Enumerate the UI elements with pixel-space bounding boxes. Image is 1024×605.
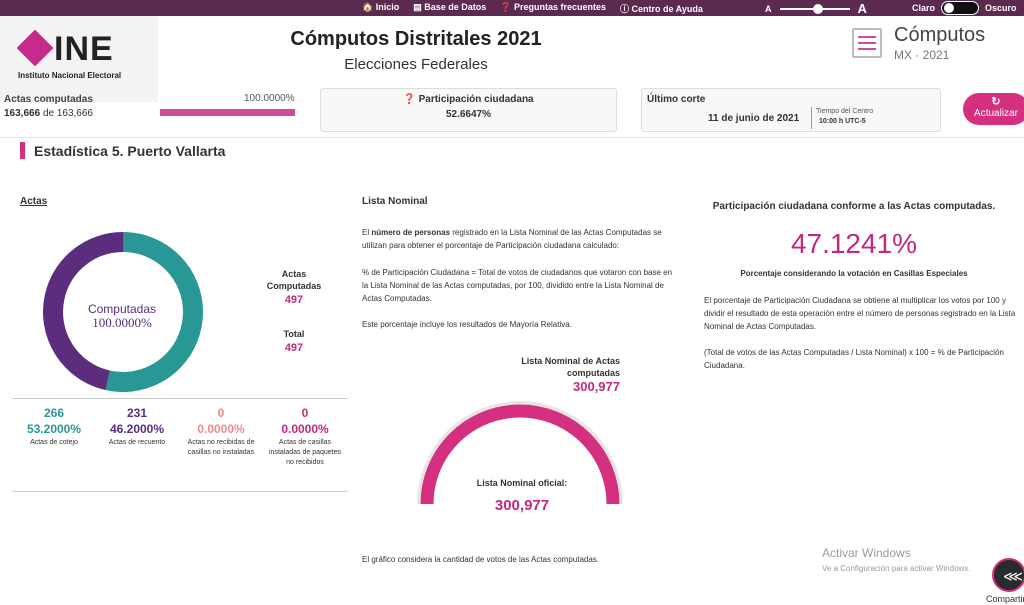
gauge-track (417, 401, 623, 505)
donut-center-label: Computadas (87, 302, 157, 316)
ultimo-corte-label: Último corte (647, 94, 706, 105)
actas-count: 163,666 de 163,666 (4, 108, 93, 119)
actualizar-button[interactable]: ↻ Actualizar (963, 93, 1024, 125)
participacion-heading: Participación ciudadana conforme a las A… (712, 201, 996, 212)
stat-recuento-percent: 46.2000% (109, 422, 165, 436)
font-larger-label[interactable]: A (858, 1, 867, 16)
stat-no-recibidos-percent: 0.0000% (281, 422, 329, 436)
participacion-sub: Porcentaje considerando la votación en C… (740, 269, 968, 278)
donut-center-value: 100.0000% (92, 315, 152, 330)
stat-no-instaladas-desc: Actas no recibidas de casillas no instal… (187, 439, 255, 456)
corte-separator (811, 107, 812, 129)
total-side-label: Total (283, 329, 305, 339)
ine-logo-subtitle: Instituto Nacional Electoral (18, 71, 122, 80)
stat-cotejo-count: 266 (43, 406, 65, 420)
font-size-control: A A (765, 1, 867, 16)
actas-computadas-label: Actas computadas (4, 94, 93, 105)
actas-computadas-card: Actas computadas 100.0000% 163,666 de 16… (0, 88, 300, 132)
stat-no-instaladas-percent: 0.0000% (197, 422, 245, 436)
participacion-formula: (Total de votos de las Actas Computadas … (704, 348, 1004, 370)
stat-recuento-desc: Actas de recuento (108, 439, 166, 446)
ultimo-corte-date: 11 de junio de 2021 (708, 113, 800, 124)
stat-recuento: 231 46.2000% Actas de recuento (100, 406, 174, 448)
lista-nominal-gauge (417, 401, 623, 505)
theme-toggle[interactable] (941, 1, 980, 15)
ine-logo-text: INE (54, 30, 114, 68)
ln-computadas-value: 300,977 (573, 379, 620, 394)
stat-no-recibidos: 0 0.0000% Actas de casillas instaladas d… (268, 406, 342, 468)
lista-nominal-note: Este porcentaje incluye los resultados d… (362, 320, 572, 329)
nav-inicio[interactable]: 🏠 Inicio (362, 2, 399, 15)
actas-progress-bar (160, 109, 295, 116)
toggle-dot (944, 3, 955, 13)
computos-document-icon (852, 28, 882, 58)
slider-knob[interactable] (812, 3, 823, 14)
nav-centro-de-ayuda[interactable]: ⓘ Centro de Ayuda (620, 2, 703, 15)
ultimo-corte-card: Último corte 11 de junio de 2021 Tiempo … (641, 88, 941, 132)
corte-timezone-label: Tiempo del Centro (816, 108, 874, 115)
windows-activation-title: Activar Windows (822, 546, 911, 560)
top-navbar: 🏠 Inicio ▤ Base de Datos ❓ Preguntas fre… (0, 0, 1024, 16)
stat-recuento-count: 231 (126, 406, 148, 420)
actualizar-label: Actualizar (974, 108, 1018, 119)
actas-computadas-percent: 100.0000% (244, 93, 295, 104)
actas-count-total: 163,666 (56, 108, 93, 119)
lista-nominal-intro: El número de personas registrado en la L… (362, 226, 680, 252)
participacion-value: 52.6647% (445, 109, 492, 120)
section-title: Estadística 5. Puerto Vallarta (34, 143, 226, 159)
refresh-icon: ↻ (991, 96, 1001, 108)
share-icon: ⋘ (1003, 568, 1023, 584)
stat-no-recibidos-desc: Actas de casillas instaladas de paquetes… (269, 439, 341, 466)
brand-subtitle: MX · 2021 (894, 48, 950, 62)
gauge-footnote: El gráfico considera la cantidad de voto… (362, 555, 600, 564)
share-button[interactable]: ⋘ (992, 558, 1024, 592)
actas-computadas-side-label: Actas Computadas (266, 269, 322, 291)
header-divider (0, 137, 1024, 138)
intro-bold: número de personas (371, 228, 451, 237)
nav-preguntas-frecuentes[interactable]: ❓ Preguntas frecuentes (500, 2, 606, 15)
stat-cotejo-desc: Actas de cotejo (30, 439, 78, 446)
actas-count-of: de (42, 108, 55, 119)
participacion-explanation: El porcentaje de Participación Ciudadana… (704, 296, 1016, 331)
lista-nominal-heading: Lista Nominal (362, 196, 428, 207)
actas-count-value: 163,666 (4, 108, 41, 119)
ln-oficial-value: 300,977 (494, 497, 550, 514)
actas-heading: Actas (20, 196, 48, 207)
stat-cotejo: 266 53.2000% Actas de cotejo (17, 406, 91, 448)
participacion-big-value: 47.1241% (790, 228, 918, 259)
stat-no-recibidos-count: 0 (301, 406, 309, 420)
share-label[interactable]: Compartir (986, 594, 1024, 604)
stat-no-instaladas: 0 0.0000% Actas no recibidas de casillas… (184, 406, 258, 458)
participacion-card: ❓ Participación ciudadana 52.6647% (320, 88, 617, 132)
total-side-value: 497 (284, 342, 304, 354)
top-nav: 🏠 Inicio ▤ Base de Datos ❓ Preguntas fre… (362, 2, 703, 15)
lista-nominal-formula: % de Participación Ciudadana = Total de … (362, 268, 673, 303)
page-subtitle: Elecciones Federales (344, 56, 488, 73)
participacion-label: ❓ Participación ciudadana (403, 94, 534, 105)
nav-base-de-datos[interactable]: ▤ Base de Datos (413, 2, 486, 15)
actas-progress-fill (160, 109, 295, 116)
theme-dark-label: Oscuro (985, 3, 1017, 13)
font-smaller-label[interactable]: A (765, 4, 772, 14)
windows-activation-sub: Ve a Configuración para activar Windows. (822, 564, 971, 573)
theme-switch: Claro Oscuro (912, 1, 1017, 15)
actas-computadas-side-value: 497 (284, 294, 304, 306)
section-accent-bar (20, 142, 25, 159)
brand-title: Cómputos (894, 24, 986, 46)
corte-time: 10:00 h UTC-5 (819, 118, 866, 125)
stats-bottom-rule (12, 491, 348, 492)
font-size-slider[interactable] (779, 3, 850, 14)
theme-light-label: Claro (912, 3, 936, 13)
page-title: Cómputos Distritales 2021 (290, 28, 542, 50)
ln-oficial-label: Lista Nominal oficial: (476, 478, 568, 488)
stat-cotejo-percent: 53.2000% (26, 422, 82, 436)
intro-part-1: El (362, 228, 372, 237)
stats-top-rule (12, 398, 348, 399)
stat-no-instaladas-count: 0 (217, 406, 225, 420)
ln-computadas-label: Lista Nominal de Actas computadas (521, 356, 620, 378)
